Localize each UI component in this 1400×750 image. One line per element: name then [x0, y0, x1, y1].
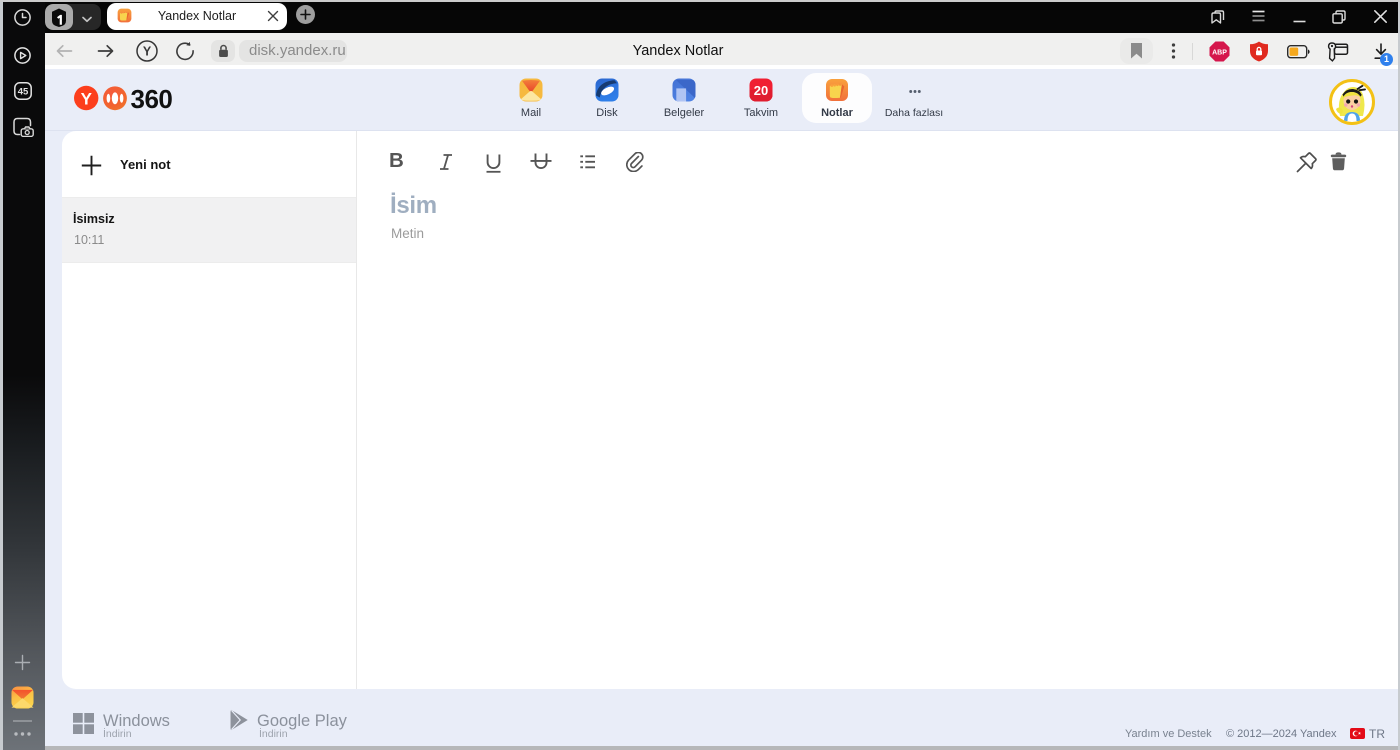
svg-text:ABP: ABP [1212, 50, 1227, 57]
svg-text:Y: Y [81, 89, 93, 108]
svg-text:Y: Y [143, 45, 152, 59]
svg-text:20: 20 [754, 83, 768, 98]
svg-text:45: 45 [17, 86, 28, 97]
